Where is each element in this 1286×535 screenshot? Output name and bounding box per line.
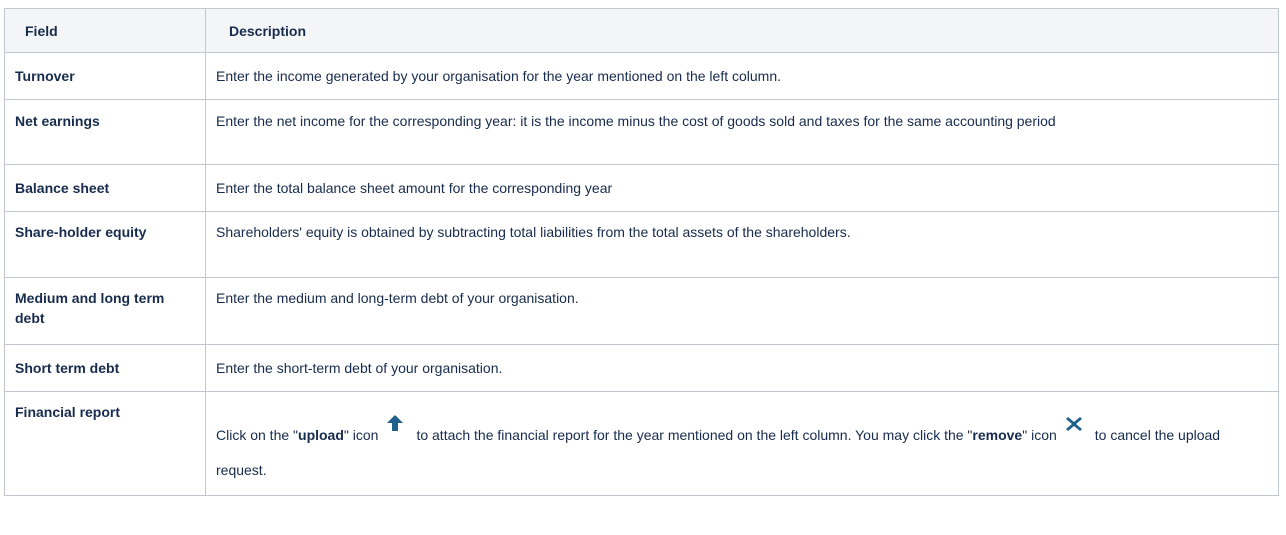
field-description-table: Field Description Turnover Enter the inc… [4,8,1279,496]
desc-text: Click on the " [216,427,299,443]
field-name: Medium and long term debt [4,277,206,345]
desc-text: " icon [343,427,379,443]
table-row: Medium and long term debt Enter the medi… [4,277,1279,345]
field-description: Shareholders' equity is obtained by subt… [205,211,1279,278]
table-row: Financial report Click on the "upload" i… [4,391,1279,496]
field-description: Enter the short-term debt of your organi… [205,344,1279,392]
field-description: Enter the total balance sheet amount for… [205,164,1279,212]
field-description: Enter the income generated by your organ… [205,52,1279,100]
header-field: Field [4,8,206,53]
arrow-up-icon [386,414,404,432]
table-row: Net earnings Enter the net income for th… [4,99,1279,165]
field-name: Balance sheet [4,164,206,212]
field-name: Net earnings [4,99,206,165]
field-description: Enter the medium and long-term debt of y… [205,277,1279,345]
field-name: Share-holder equity [4,211,206,278]
table-row: Share-holder equity Shareholders' equity… [4,211,1279,278]
desc-text: " icon [1022,427,1057,443]
upload-keyword: upload [298,427,344,443]
field-name: Short term debt [4,344,206,392]
table-row: Balance sheet Enter the total balance sh… [4,164,1279,212]
field-name: Turnover [4,52,206,100]
x-icon [1065,416,1083,432]
table-header-row: Field Description [4,8,1279,53]
table-row: Turnover Enter the income generated by y… [4,52,1279,100]
field-name: Financial report [4,391,206,496]
table-row: Short term debt Enter the short-term deb… [4,344,1279,392]
field-description: Enter the net income for the correspondi… [205,99,1279,165]
field-description: Click on the "upload" icon to attach the … [205,391,1279,496]
desc-text: to attach the financial report for the y… [416,427,973,443]
header-description: Description [205,8,1279,53]
remove-keyword: remove [972,427,1023,443]
